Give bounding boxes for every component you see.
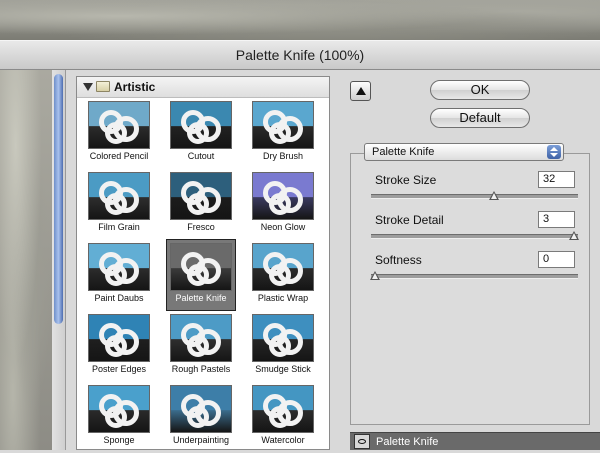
filter-thumbnail: [252, 172, 314, 220]
softness-input[interactable]: 0: [538, 251, 575, 268]
filter-poster-edges[interactable]: Poster Edges: [79, 312, 159, 382]
filter-select-value: Palette Knife: [372, 146, 435, 158]
filter-name-label: Cutout: [187, 151, 215, 161]
filter-thumbnail: [170, 314, 232, 362]
category-label: Artistic: [114, 80, 156, 94]
ring-shape: [187, 335, 209, 357]
default-button[interactable]: Default: [430, 108, 530, 128]
filter-name-label: Rough Pastels: [171, 364, 231, 374]
filter-film-grain[interactable]: Film Grain: [79, 170, 159, 240]
filter-rough-pastels[interactable]: Rough Pastels: [161, 312, 241, 382]
filter-thumbnail: [170, 172, 232, 220]
eye-visibility-icon[interactable]: [354, 434, 370, 449]
slider-track: [371, 194, 578, 199]
filter-select[interactable]: Palette Knife: [364, 143, 564, 161]
filter-plastic-wrap[interactable]: Plastic Wrap: [243, 241, 323, 311]
ring-shape: [187, 406, 209, 428]
filter-gallery: Artistic Colored Pencil Cutout Dry Brush Fi…: [76, 76, 330, 450]
filter-name-label: Poster Edges: [91, 364, 147, 374]
filter-thumbnail: [88, 385, 150, 433]
filter-underpainting[interactable]: Underpainting: [161, 383, 241, 453]
filter-name-label: Watercolor: [261, 435, 305, 445]
ring-shape: [269, 122, 291, 144]
ring-shape: [269, 264, 291, 286]
filter-name-label: Palette Knife: [175, 293, 227, 303]
ring-shape: [187, 122, 209, 144]
folder-icon: [96, 81, 110, 92]
filter-thumbnail: [88, 172, 150, 220]
filter-cutout[interactable]: Cutout: [161, 99, 241, 169]
filter-fresco[interactable]: Fresco: [161, 170, 241, 240]
filter-thumbnail: [170, 243, 232, 291]
filter-thumbnail: [252, 314, 314, 362]
window-titlebar[interactable]: Palette Knife (100%): [0, 40, 600, 70]
softness-label: Softness: [375, 253, 422, 267]
filter-name-label: Sponge: [103, 435, 135, 445]
ring-shape: [105, 406, 127, 428]
stroke-detail-input[interactable]: 3: [538, 211, 575, 228]
ring-shape: [269, 193, 291, 215]
filter-smudge-stick[interactable]: Smudge Stick: [243, 312, 323, 382]
stroke-size-label: Stroke Size: [375, 173, 437, 187]
category-header-artistic[interactable]: Artistic: [77, 77, 329, 98]
filter-sponge[interactable]: Sponge: [79, 383, 159, 453]
preview-scroll-thumb[interactable]: [54, 74, 63, 324]
ring-shape: [269, 406, 291, 428]
filter-thumbnail: [170, 101, 232, 149]
desktop-background: [0, 0, 600, 40]
window-title: Palette Knife (100%): [235, 47, 365, 63]
ring-shape: [105, 264, 127, 286]
effect-layer-name: Palette Knife: [376, 436, 439, 448]
filter-name-label: Film Grain: [98, 222, 140, 232]
filter-thumbnail: [88, 314, 150, 362]
stroke-size-slider[interactable]: [371, 190, 578, 202]
filter-name-label: Paint Daubs: [94, 293, 144, 303]
filter-thumbnail: [88, 101, 150, 149]
effect-layer-row[interactable]: Palette Knife: [350, 432, 600, 450]
filter-name-label: Dry Brush: [262, 151, 303, 161]
filter-thumbnail: [252, 243, 314, 291]
filter-dry-brush[interactable]: Dry Brush: [243, 99, 323, 169]
slider-track: [371, 234, 578, 239]
filter-thumbnail: [88, 243, 150, 291]
softness-slider-knob[interactable]: [370, 271, 380, 280]
ring-shape: [269, 335, 291, 357]
filter-thumbnail: [170, 385, 232, 433]
filter-name-label: Fresco: [187, 222, 215, 232]
filter-name-label: Plastic Wrap: [257, 293, 309, 303]
ring-shape: [187, 193, 209, 215]
ring-shape: [105, 193, 127, 215]
stroke-detail-slider-knob[interactable]: [569, 231, 579, 240]
stroke-size-slider-knob[interactable]: [489, 191, 499, 200]
softness-slider[interactable]: [370, 270, 578, 282]
filter-thumbnail: [252, 385, 314, 433]
filter-name-label: Colored Pencil: [89, 151, 149, 161]
filter-name-label: Underpainting: [172, 435, 230, 445]
image-preview[interactable]: [0, 70, 53, 450]
ring-shape: [187, 264, 209, 286]
stroke-size-input[interactable]: 32: [538, 171, 575, 188]
filter-name-label: Neon Glow: [260, 222, 306, 232]
ring-shape: [105, 122, 127, 144]
select-stepper-icon[interactable]: [547, 145, 561, 159]
preview-scrollbar[interactable]: [52, 70, 66, 450]
collapse-gallery-button[interactable]: [350, 81, 371, 101]
stroke-detail-slider[interactable]: [371, 230, 579, 242]
stroke-detail-label: Stroke Detail: [375, 213, 444, 227]
filter-name-label: Smudge Stick: [255, 364, 311, 374]
ring-shape: [105, 335, 127, 357]
filter-palette-knife[interactable]: Palette Knife: [161, 239, 241, 311]
filter-paint-daubs[interactable]: Paint Daubs: [79, 241, 159, 311]
ok-button[interactable]: OK: [430, 80, 530, 100]
filter-colored-pencil[interactable]: Colored Pencil: [79, 99, 159, 169]
arrow-up-icon: [356, 87, 366, 95]
filter-neon-glow[interactable]: Neon Glow: [243, 170, 323, 240]
filter-watercolor[interactable]: Watercolor: [243, 383, 323, 453]
slider-track: [371, 274, 578, 279]
disclosure-triangle-icon[interactable]: [83, 83, 93, 91]
filter-thumbnail: [252, 101, 314, 149]
